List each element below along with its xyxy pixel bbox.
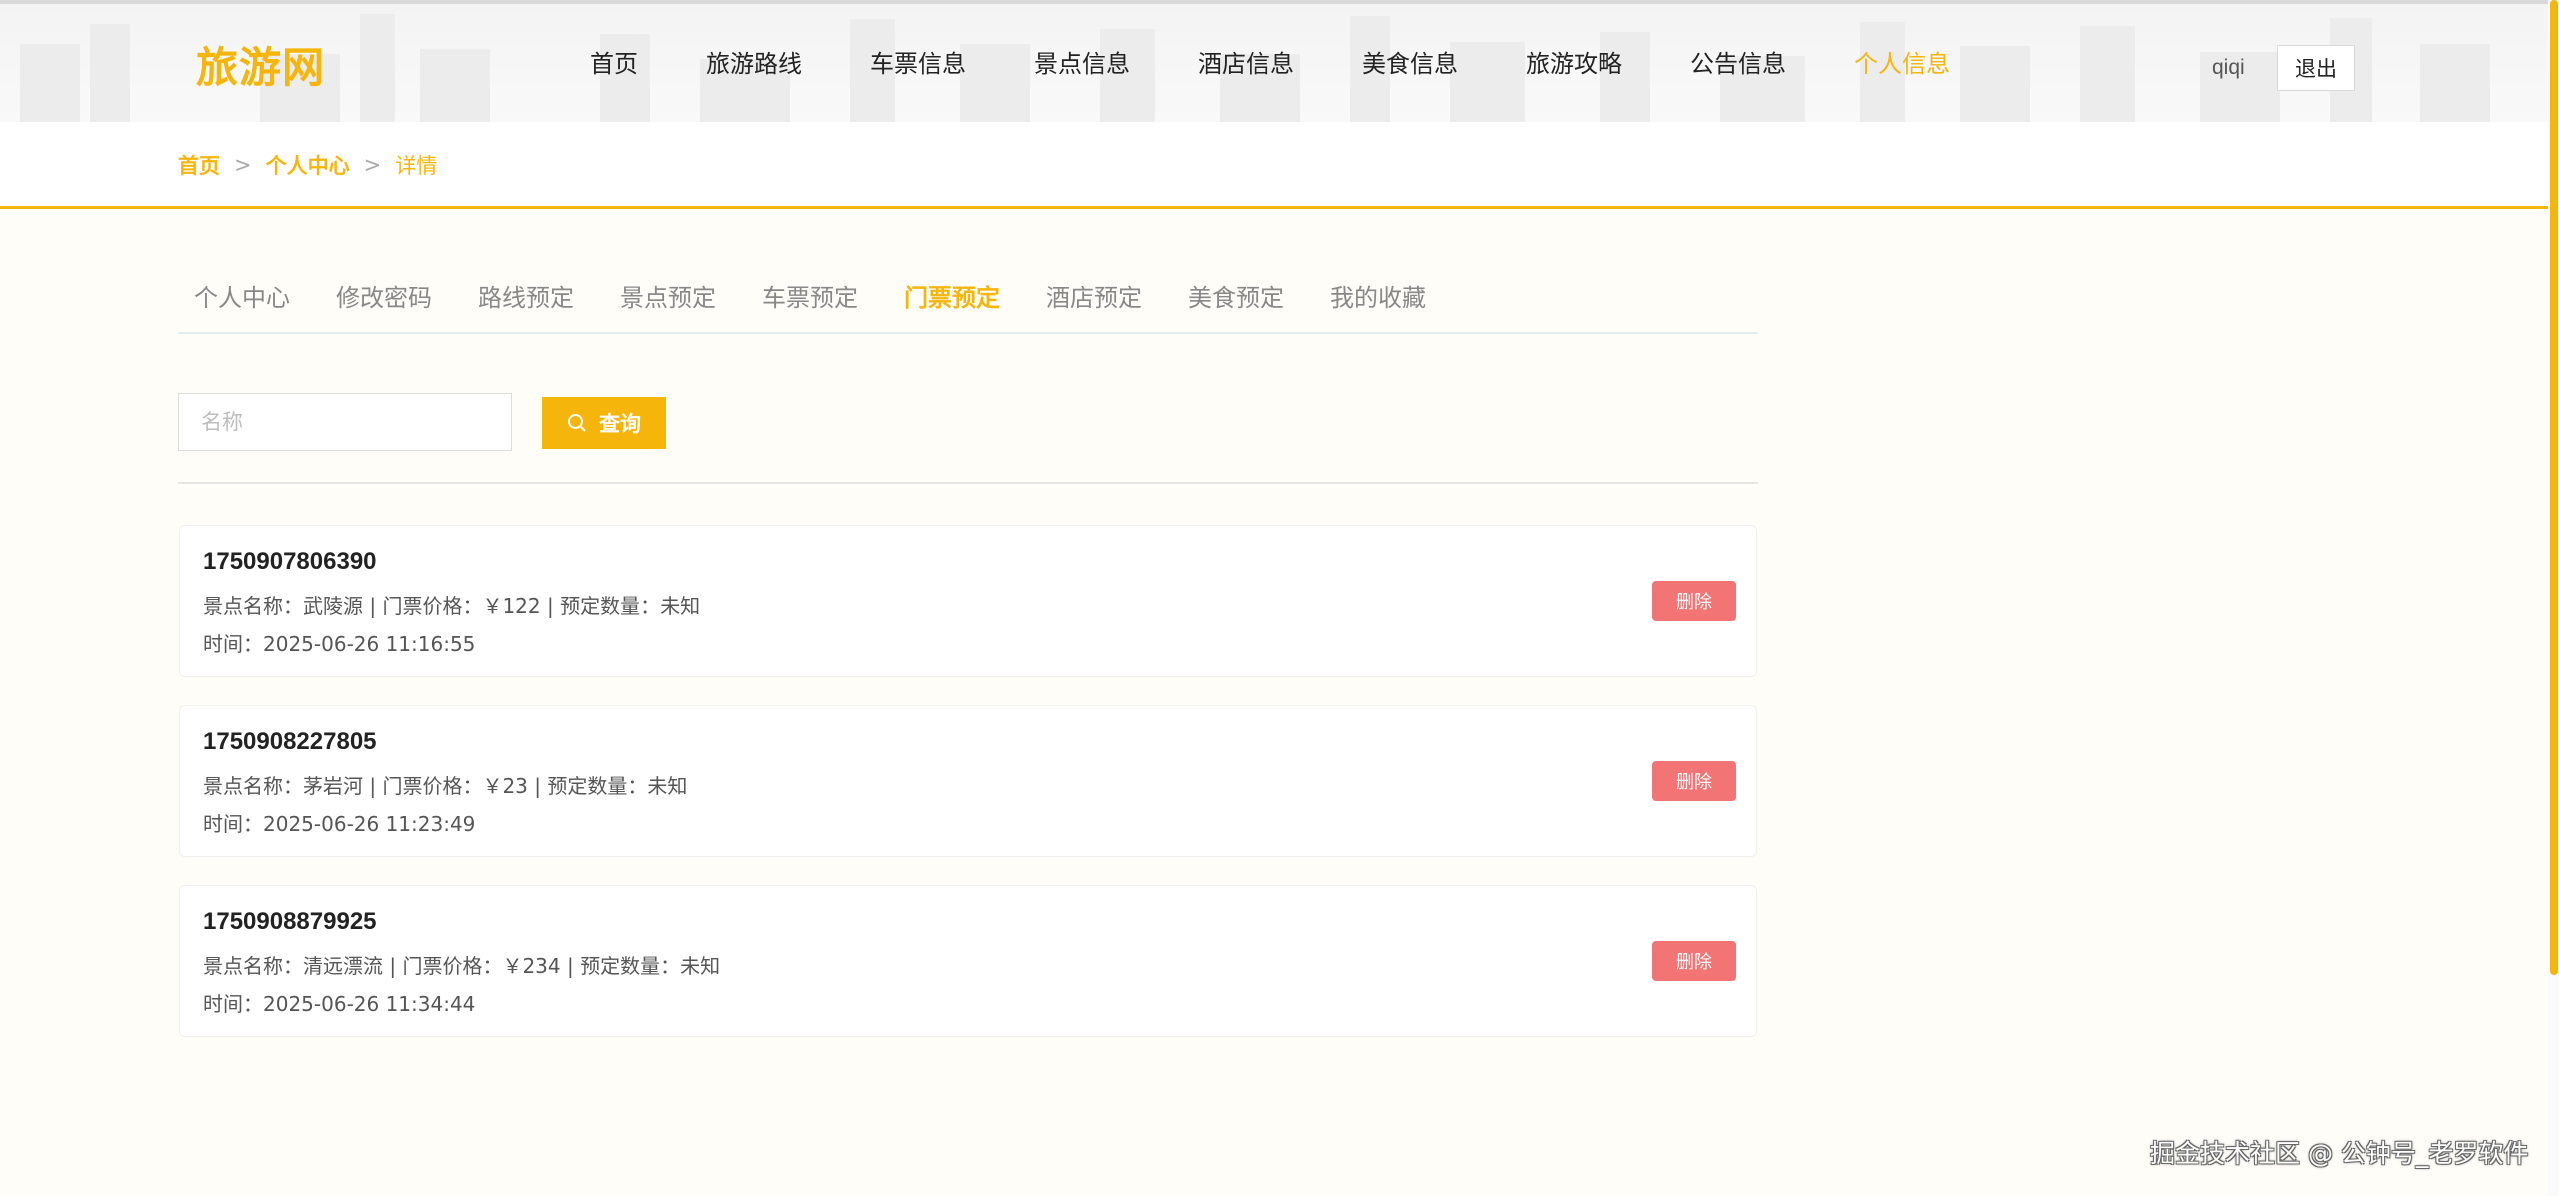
order-card: 1750908227805 景点名称：茅岩河 | 门票价格：￥23 | 预定数量：…: [179, 705, 1757, 857]
tab-6[interactable]: 酒店预定: [1030, 280, 1158, 332]
order-number: 1750907806390: [203, 548, 377, 575]
order-info: 景点名称：茅岩河 | 门票价格：￥23 | 预定数量：未知: [203, 774, 688, 798]
nav-item-8[interactable]: 个人信息: [1820, 48, 1984, 80]
order-info: 景点名称：武陵源 | 门票价格：￥122 | 预定数量：未知: [203, 594, 701, 618]
breadcrumb: 首页 > 个人中心 > 详情: [178, 150, 437, 180]
tab-8[interactable]: 我的收藏: [1314, 280, 1442, 332]
nav-item-1[interactable]: 旅游路线: [672, 48, 836, 80]
nav-item-6[interactable]: 旅游攻略: [1492, 48, 1656, 80]
breadcrumb-home[interactable]: 首页: [178, 150, 220, 180]
order-card: 1750908879925 景点名称：清远漂流 | 门票价格：￥234 | 预定数…: [179, 885, 1757, 1037]
tab-1[interactable]: 修改密码: [320, 280, 448, 332]
search-button-label: 查询: [599, 412, 641, 436]
order-time: 时间：2025-06-26 11:23:49: [203, 812, 476, 836]
nav-item-2[interactable]: 车票信息: [836, 48, 1000, 80]
nav-item-7[interactable]: 公告信息: [1656, 48, 1820, 80]
profile-tabs: 个人中心 修改密码 路线预定 景点预定 车票预定 门票预定 酒店预定 美食预定 我的收藏: [178, 280, 1758, 334]
main-nav: 首页 旅游路线 车票信息 景点信息 酒店信息 美食信息 旅游攻略 公告信息 个人信息: [556, 48, 1984, 80]
name-search-input[interactable]: [178, 393, 512, 451]
site-header: 旅游网 首页 旅游路线 车票信息 景点信息 酒店信息 美食信息 旅游攻略 公告信息 个人信息 q…: [0, 4, 2559, 122]
order-card: 1750907806390 景点名称：武陵源 | 门票价格：￥122 | 预定数量…: [179, 525, 1757, 677]
delete-button[interactable]: 删除: [1652, 581, 1736, 621]
nav-item-3[interactable]: 景点信息: [1000, 48, 1164, 80]
order-info: 景点名称：清远漂流 | 门票价格：￥234 | 预定数量：未知: [203, 954, 721, 978]
delete-button[interactable]: 删除: [1652, 761, 1736, 801]
order-time: 时间：2025-06-26 11:16:55: [203, 632, 476, 656]
order-time: 时间：2025-06-26 11:34:44: [203, 992, 476, 1016]
order-number: 1750908879925: [203, 908, 377, 935]
watermark: 掘金技术社区 @ 公钟号_老罗软件: [2150, 1139, 2529, 1168]
scrollbar-thumb[interactable]: [2550, 0, 2558, 975]
tab-7[interactable]: 美食预定: [1172, 280, 1300, 332]
breadcrumb-bar: 首页 > 个人中心 > 详情: [0, 122, 2548, 209]
username: qiqi: [2212, 56, 2245, 79]
site-logo[interactable]: 旅游网: [196, 34, 325, 95]
tab-5[interactable]: 门票预定: [888, 280, 1016, 332]
tab-4[interactable]: 车票预定: [746, 280, 874, 332]
tab-0[interactable]: 个人中心: [178, 280, 306, 332]
nav-item-4[interactable]: 酒店信息: [1164, 48, 1328, 80]
breadcrumb-personal-center[interactable]: 个人中心: [266, 150, 350, 180]
search-icon: [568, 414, 586, 432]
nav-item-0[interactable]: 首页: [556, 48, 672, 80]
order-number: 1750908227805: [203, 728, 377, 755]
logout-button[interactable]: 退出: [2277, 45, 2355, 91]
tab-2[interactable]: 路线预定: [462, 280, 590, 332]
breadcrumb-separator: >: [234, 153, 252, 177]
tab-3[interactable]: 景点预定: [604, 280, 732, 332]
content-divider: [178, 482, 1758, 484]
search-button[interactable]: 查询: [542, 397, 666, 449]
breadcrumb-current: 详情: [395, 154, 438, 178]
delete-button[interactable]: 删除: [1652, 941, 1736, 981]
breadcrumb-separator: >: [363, 153, 382, 177]
nav-item-5[interactable]: 美食信息: [1328, 48, 1492, 80]
